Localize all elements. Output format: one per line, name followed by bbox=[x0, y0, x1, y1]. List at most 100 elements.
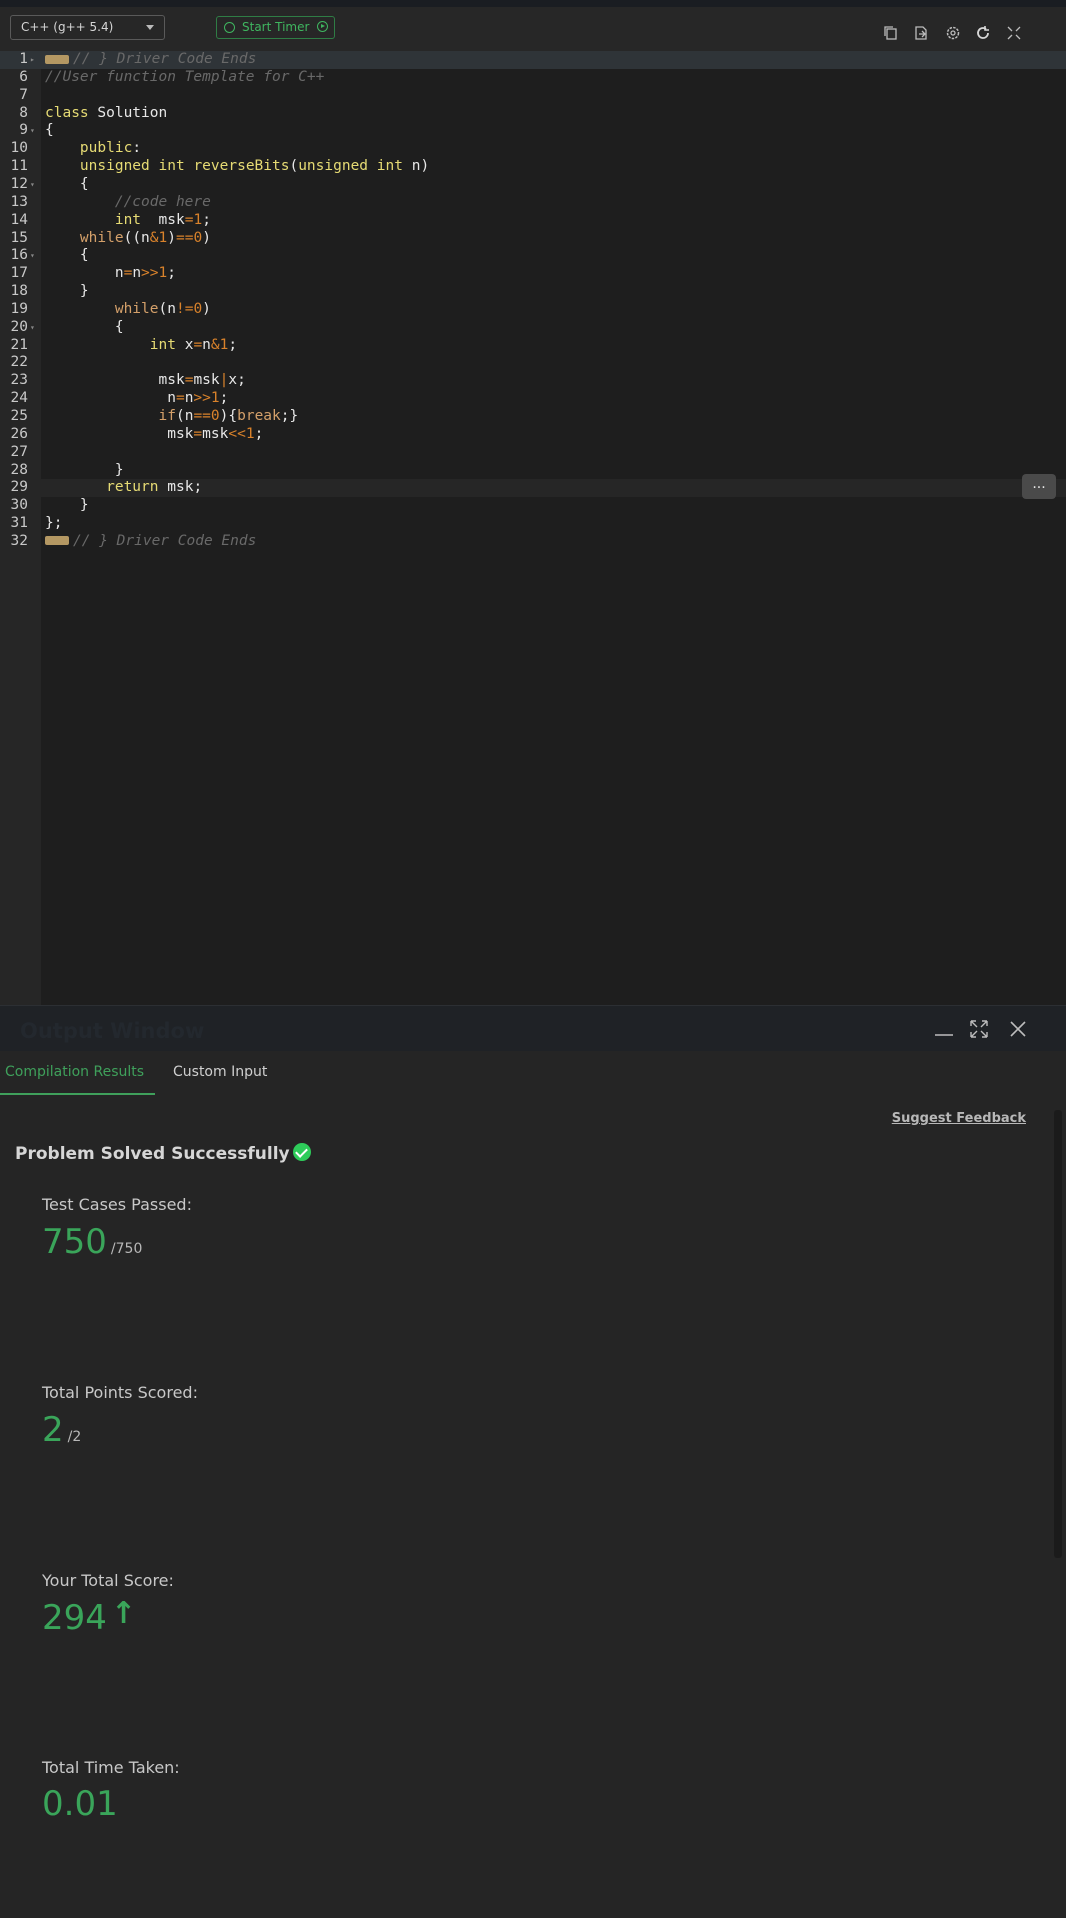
code-line[interactable]: 31}; bbox=[0, 515, 1066, 533]
code-line[interactable]: 27 bbox=[0, 444, 1066, 462]
upload-icon[interactable] bbox=[913, 25, 929, 41]
fold-arrow-icon[interactable]: ▾ bbox=[30, 319, 35, 337]
close-icon[interactable] bbox=[1007, 1018, 1029, 1040]
code-text: { bbox=[79, 175, 89, 192]
line-number: 27 bbox=[10, 443, 28, 460]
settings-icon[interactable] bbox=[945, 25, 961, 41]
line-number: 23 bbox=[10, 372, 28, 389]
points-label: Total Points Scored: bbox=[42, 1383, 198, 1402]
code-line[interactable]: 12 ▾ { bbox=[0, 176, 1066, 194]
alarm-clock-icon bbox=[224, 22, 235, 33]
code-editor[interactable]: 1 ▸ // } Driver Code Ends 6 //User function … bbox=[0, 51, 1066, 1005]
code-text: unsigned int reverseBits(unsigned int n) bbox=[79, 158, 430, 175]
code-line[interactable]: 17 n=n>>1; bbox=[0, 265, 1066, 283]
folded-code-marker[interactable] bbox=[45, 54, 69, 64]
code-line[interactable]: 16 ▾ { bbox=[0, 247, 1066, 265]
total-score: 294 bbox=[42, 1598, 107, 1638]
code-line[interactable]: 29 return msk; bbox=[0, 479, 1066, 498]
line-number: 17 bbox=[10, 265, 28, 282]
fold-arrow-icon[interactable]: ▾ bbox=[30, 247, 35, 265]
code-line[interactable]: 7 bbox=[0, 87, 1066, 105]
code-text: while((n&1)==0) bbox=[79, 229, 211, 246]
code-line[interactable]: 6 //User function Template for C++ bbox=[0, 69, 1066, 87]
check-circle-icon bbox=[292, 1143, 311, 1161]
line-number: 20 bbox=[10, 318, 28, 335]
arrow-up-icon: ↑ bbox=[110, 1596, 137, 1631]
output-tabs: Compilation Results Custom Input bbox=[0, 1051, 1066, 1097]
output-scrollbar[interactable] bbox=[1054, 1110, 1062, 1558]
fullscreen-icon[interactable] bbox=[1006, 25, 1022, 41]
code-text: n=n>>1; bbox=[114, 265, 176, 282]
copy-icon[interactable] bbox=[883, 25, 899, 41]
line-number: 30 bbox=[10, 497, 28, 514]
code-text: msk=msk<<1; bbox=[167, 425, 264, 442]
code-text: // } Driver Code Ends bbox=[45, 533, 256, 551]
tab-custom-input[interactable]: Custom Input bbox=[173, 1064, 267, 1080]
code-line[interactable]: 19 while(n!=0) bbox=[0, 301, 1066, 319]
line-number: 13 bbox=[10, 193, 28, 210]
code-line[interactable]: 10 public: bbox=[0, 140, 1066, 158]
expand-icon[interactable] bbox=[968, 1018, 990, 1040]
code-line[interactable]: 9 ▾ { bbox=[0, 122, 1066, 140]
line-number: 6 bbox=[19, 68, 28, 85]
code-line[interactable]: 15 while((n&1)==0) bbox=[0, 230, 1066, 248]
code-text: public: bbox=[79, 140, 142, 157]
score-value: 294 ↑ bbox=[42, 1596, 136, 1638]
line-number: 1 bbox=[19, 51, 28, 67]
line-number: 21 bbox=[10, 336, 28, 353]
language-select[interactable]: C++ (g++ 5.4) bbox=[10, 15, 165, 40]
code-line[interactable]: 8 class Solution bbox=[0, 105, 1066, 123]
result-status: Problem Solved Successfully bbox=[15, 1143, 311, 1164]
code-line[interactable]: 13 //code here bbox=[0, 194, 1066, 212]
code-line[interactable]: 22 bbox=[0, 354, 1066, 372]
code-text: // } Driver Code Ends bbox=[45, 51, 256, 69]
code-text: int x=n&1; bbox=[149, 336, 238, 353]
suggest-feedback-link[interactable]: Suggest Feedback bbox=[892, 1111, 1026, 1126]
code-line[interactable]: 23 msk=msk|x; bbox=[0, 372, 1066, 390]
code-text: //code here bbox=[45, 193, 211, 210]
points-scored: 2 bbox=[42, 1410, 64, 1450]
language-select-value: C++ (g++ 5.4) bbox=[21, 20, 114, 34]
code-text: int msk=1; bbox=[114, 211, 211, 228]
code-text: //User function Template for C++ bbox=[45, 68, 325, 85]
points-total: /2 bbox=[67, 1429, 82, 1445]
code-line[interactable]: 26 msk=msk<<1; bbox=[0, 426, 1066, 444]
line-number: 18 bbox=[10, 283, 28, 300]
code-text: }; bbox=[45, 515, 63, 532]
line-number: 31 bbox=[10, 515, 28, 532]
line-number: 12 bbox=[10, 175, 28, 192]
fold-arrow-icon[interactable]: ▾ bbox=[30, 122, 35, 140]
code-line[interactable]: 25 if(n==0){break;} bbox=[0, 408, 1066, 426]
start-timer-button[interactable]: Start Timer bbox=[216, 16, 335, 39]
code-line[interactable]: 20 ▾ { bbox=[0, 319, 1066, 337]
code-line[interactable]: 14 int msk=1; bbox=[0, 212, 1066, 230]
code-text: } bbox=[114, 461, 124, 478]
code-text: { bbox=[45, 122, 54, 139]
code-line[interactable]: 1 ▸ // } Driver Code Ends bbox=[0, 51, 1066, 69]
test-cases-label: Test Cases Passed: bbox=[42, 1195, 192, 1214]
line-number: 11 bbox=[10, 158, 28, 175]
tab-compilation-results[interactable]: Compilation Results bbox=[5, 1064, 144, 1080]
fold-arrow-icon[interactable]: ▾ bbox=[30, 176, 35, 194]
result-status-text: Problem Solved Successfully bbox=[15, 1144, 290, 1164]
folded-code-marker[interactable] bbox=[45, 536, 69, 546]
fold-arrow-icon[interactable]: ▸ bbox=[30, 51, 35, 69]
code-line[interactable]: 28 } bbox=[0, 462, 1066, 480]
chevron-down-icon bbox=[146, 25, 154, 30]
reset-icon[interactable] bbox=[975, 25, 991, 41]
line-number: 16 bbox=[10, 247, 28, 264]
code-line[interactable]: 21 int x=n&1; bbox=[0, 337, 1066, 355]
test-cases-value: 750/750 bbox=[42, 1222, 142, 1262]
code-line[interactable]: 11 unsigned int reverseBits(unsigned int… bbox=[0, 158, 1066, 176]
code-text: } bbox=[79, 497, 89, 514]
minimize-icon[interactable] bbox=[933, 1018, 955, 1040]
active-tab-indicator bbox=[0, 1093, 155, 1095]
code-line[interactable]: 30 } bbox=[0, 497, 1066, 515]
code-line[interactable]: 18 } bbox=[0, 283, 1066, 301]
code-line[interactable]: 24 n=n>>1; bbox=[0, 390, 1066, 408]
code-text: while(n!=0) bbox=[114, 300, 211, 317]
time-value: 0.01 bbox=[42, 1784, 118, 1824]
code-line[interactable]: 32 // } Driver Code Ends bbox=[0, 533, 1066, 551]
more-options-button[interactable]: ... bbox=[1022, 474, 1056, 499]
output-window-title: Output Window bbox=[20, 1019, 205, 1043]
